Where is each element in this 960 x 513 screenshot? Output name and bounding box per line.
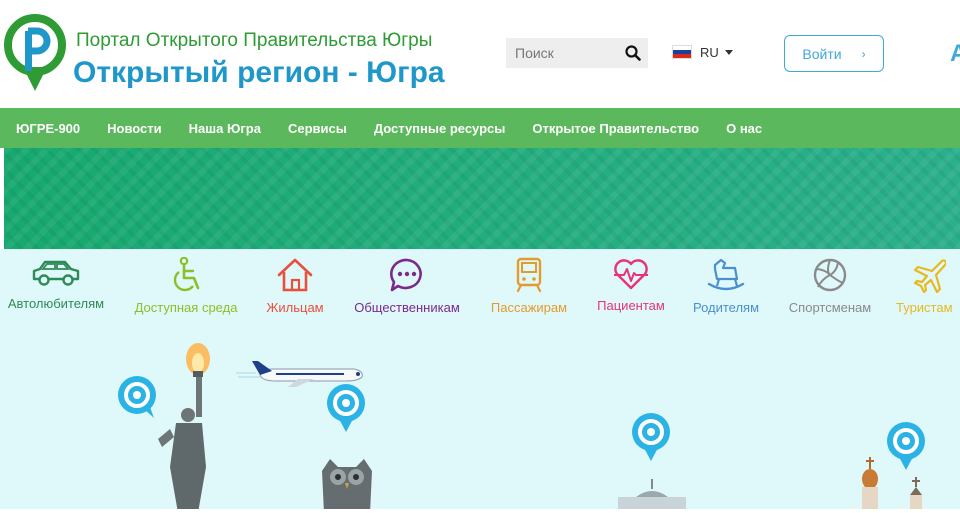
nav-item-our-yugra[interactable]: Наша Югра	[189, 121, 261, 136]
rocking-horse-icon	[707, 258, 745, 291]
house-icon	[277, 258, 313, 292]
volleyball-icon	[813, 258, 847, 292]
search-input[interactable]	[506, 38, 618, 68]
search-icon[interactable]	[624, 44, 642, 62]
map-pin-icon[interactable]	[886, 421, 926, 471]
category-label: Пациентам	[597, 298, 665, 313]
nav-item-open-government[interactable]: Открытое Правительство	[532, 121, 699, 136]
hero-banner	[0, 148, 960, 249]
language-label: RU	[700, 44, 719, 60]
category-athletes[interactable]: Спортсменам	[784, 257, 876, 315]
category-label: Спортсменам	[788, 300, 872, 315]
category-accessible-environment[interactable]: Доступная среда	[131, 257, 241, 315]
accessibility-link[interactable]: А	[950, 40, 960, 68]
category-label: Доступная среда	[134, 300, 238, 315]
category-label: Жильцам	[266, 300, 324, 315]
login-button[interactable]: Войти ›	[784, 35, 884, 72]
train-icon	[516, 257, 542, 293]
category-label: Автолюбителям	[7, 296, 105, 311]
heart-pulse-icon	[614, 259, 648, 290]
category-label: Туристам	[896, 300, 953, 315]
category-activists[interactable]: Общественникам	[349, 257, 465, 315]
category-residents[interactable]: Жильцам	[263, 257, 327, 315]
chat-bubble-icon	[390, 258, 422, 292]
category-illustration-area: Автолюбителям Доступная среда Жильцам Об…	[0, 249, 960, 513]
russia-flag-icon	[672, 45, 692, 59]
nav-item-news[interactable]: Новости	[107, 121, 162, 136]
scene-divider	[0, 509, 960, 513]
category-passengers[interactable]: Пассажирам	[487, 257, 571, 315]
airplane-icon	[913, 259, 946, 293]
nav-item-accessible-resources[interactable]: Доступные ресурсы	[374, 121, 506, 136]
nav-item-services[interactable]: Сервисы	[288, 121, 347, 136]
building-illustration	[618, 479, 686, 513]
portal-title[interactable]: Открытый регион - Югра	[73, 56, 445, 90]
portal-subtitle: Портал Открытого Правительства Югры	[76, 30, 433, 51]
banner-pattern[interactable]	[4, 148, 960, 249]
map-pin-icon[interactable]	[116, 375, 158, 419]
login-label: Войти	[802, 45, 842, 62]
monument-illustration	[158, 343, 210, 513]
portal-logo[interactable]	[3, 13, 67, 93]
owl-statue-illustration	[322, 459, 372, 513]
site-header: Портал Открытого Правительства Югры Откр…	[0, 0, 960, 108]
category-parents[interactable]: Родителям	[690, 257, 762, 315]
car-icon	[32, 260, 80, 286]
main-nav: ЮГРЕ-900 Новости Наша Югра Сервисы Досту…	[0, 108, 960, 148]
category-label: Родителям	[692, 300, 760, 315]
language-selector[interactable]: RU	[672, 41, 733, 63]
search-box	[506, 38, 648, 68]
map-pin-icon[interactable]	[326, 383, 366, 433]
wheelchair-icon	[173, 257, 200, 292]
category-label: Общественникам	[354, 300, 460, 315]
category-motorists[interactable]: Автолюбителям	[3, 257, 109, 311]
map-pin-icon[interactable]	[631, 412, 671, 462]
chevron-right-icon: ›	[861, 46, 866, 61]
nav-item-about[interactable]: О нас	[726, 121, 762, 136]
nav-item-yugre-900[interactable]: ЮГРЕ-900	[16, 121, 80, 136]
caret-down-icon	[724, 49, 733, 55]
category-label: Пассажирам	[490, 300, 568, 315]
category-tourists[interactable]: Туристам	[896, 257, 960, 315]
category-patients[interactable]: Пациентам	[594, 257, 668, 313]
